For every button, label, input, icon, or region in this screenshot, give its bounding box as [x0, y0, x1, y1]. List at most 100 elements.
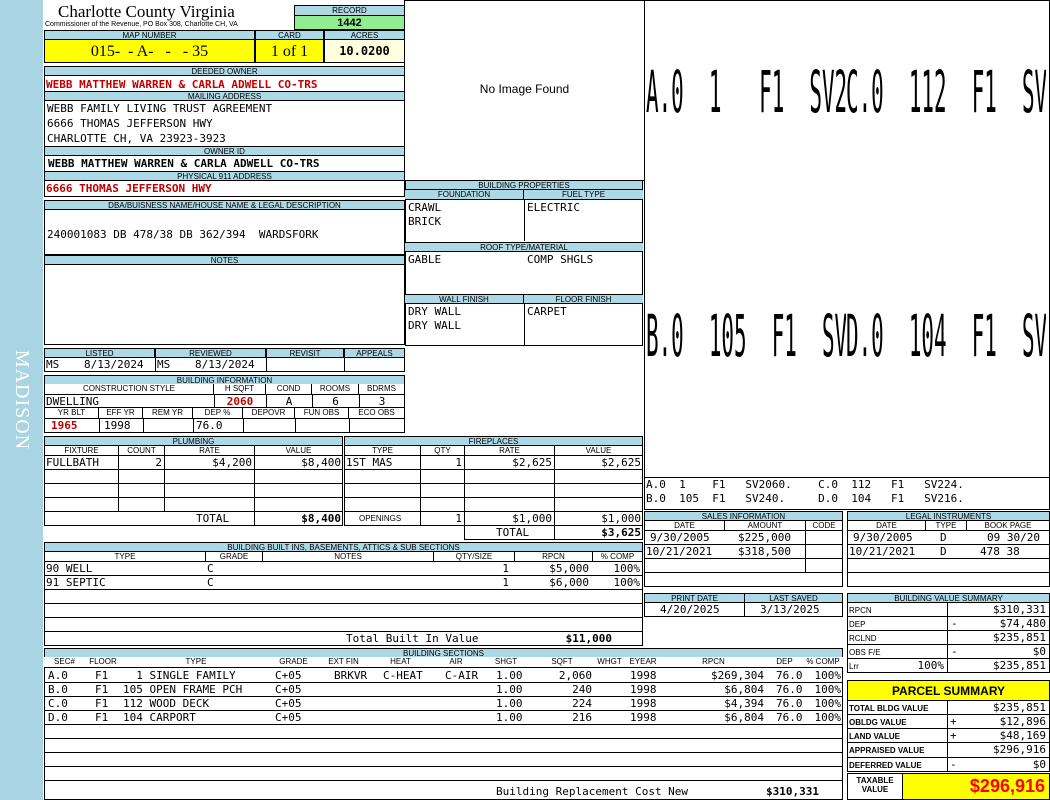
- section-d-sqft: 216: [572, 711, 592, 724]
- section-a-dep: 76.0: [776, 669, 803, 682]
- sections-col-sqft: SQFT: [530, 657, 595, 668]
- reviewed-date: 8/13/2024: [195, 358, 255, 371]
- wall-finish-value-2: DRY WALL: [408, 319, 461, 332]
- section-b-rpcn: $6,804: [724, 683, 764, 696]
- builtin-rpcn-2: $6,000: [549, 576, 589, 589]
- legal-book-1: 09 30/20: [987, 531, 1040, 544]
- fireplace-openings-label: OPENINGS: [359, 514, 402, 523]
- cond-value: A: [285, 395, 293, 408]
- builtin-type-1: 90 WELL: [46, 562, 93, 575]
- roof-material-value: COMP SHGLS: [527, 253, 594, 266]
- sketch-label-a: A.0 1 F1 SV2060.: [646, 28, 846, 158]
- listed-date: 8/13/2024: [84, 358, 144, 371]
- sections-col-whgt: WHGT: [594, 657, 626, 668]
- section-a-ext: BRKVR: [334, 669, 368, 682]
- sections-col-air: AIR: [430, 657, 483, 668]
- section-a-sec: A.0: [48, 669, 68, 682]
- section-b-shgt: 1.00: [496, 683, 523, 696]
- depovr-header: DEPOVR: [243, 408, 295, 418]
- section-a-type: 1 SINGLE FAMILY: [123, 669, 236, 682]
- sketch-label-b: B.0 105 F1 SV240.: [646, 272, 846, 407]
- section-b-comp: 100%: [814, 683, 842, 696]
- roof-header: ROOF TYPE/MATERIAL: [405, 242, 643, 252]
- sketch-label-c-text: C.0 112 F1 SV224.: [846, 58, 1046, 126]
- builtin-type-2: 91 SEPTIC: [46, 576, 106, 589]
- summary-value-dep: $74,480: [999, 617, 1046, 630]
- plumbing-fixture-1: FULLBATH: [46, 456, 99, 469]
- summary-pct-lrr: 100%: [917, 659, 945, 672]
- section-c-rpcn: $4,394: [724, 697, 764, 710]
- parcel-label-appraised: APPRAISED VALUE: [849, 746, 925, 755]
- owner-id-value: WEBB MATTHEW WARREN & CARLA ADWELL CO-TR…: [48, 157, 320, 170]
- section-c-comp: 100%: [814, 697, 842, 710]
- acres-value: 10.0200: [324, 39, 405, 63]
- section-b-sqft: 240: [572, 683, 592, 696]
- sections-total-value: $310,331: [766, 785, 819, 798]
- remyr-header: REM YR: [143, 408, 193, 418]
- section-b-floor: F1: [95, 683, 109, 696]
- legal-type-2: D: [940, 545, 947, 558]
- fireplace-total-value: $3,625: [601, 526, 641, 539]
- parcel-summary-header: PARCEL SUMMARY: [847, 680, 1050, 701]
- rooms-value: 6: [332, 395, 339, 408]
- sketch-legend-1: A.0 1 F1 SV2060. C.0 112 F1 SV224.: [646, 478, 964, 491]
- plumbing-value-1: $8,400: [301, 456, 341, 469]
- builtin-grade-1: C: [207, 562, 214, 575]
- listed-by: MS: [46, 358, 60, 371]
- section-c-dep: 76.0: [776, 697, 803, 710]
- sketch-label-b-text: B.0 105 F1 SV240.: [646, 302, 846, 370]
- construction-style-value: DWELLING: [46, 395, 99, 408]
- legal-date-1: 9/30/2005: [853, 531, 913, 544]
- taxable-label-2: VALUE: [861, 785, 889, 794]
- fireplace-total-label: TOTAL: [496, 526, 530, 539]
- sections-col-rpcn: RPCN: [661, 657, 767, 668]
- builtin-rpcn-1: $5,000: [549, 562, 589, 575]
- summary-value-lrr: $235,851: [993, 659, 1046, 672]
- sections-col-grade: GRADE: [271, 657, 317, 668]
- fireplace-openings-rate: $1,000: [512, 512, 552, 525]
- legal-date-2: 10/21/2021: [849, 545, 916, 558]
- parcel-label-deferred: DEFERRED VALUE: [849, 761, 922, 770]
- section-d-grade: C+05: [275, 711, 302, 724]
- section-c-sqft: 224: [572, 697, 592, 710]
- notes-box: [44, 264, 405, 345]
- section-d-type: 104 CARPORT: [123, 711, 196, 724]
- section-a-eyear: 1998: [630, 669, 657, 682]
- parcel-label-bldg: TOTAL BLDG VALUE: [849, 704, 929, 713]
- summary-value-rpcn: $310,331: [993, 603, 1046, 616]
- builtin-comp-1: 100%: [613, 562, 641, 575]
- bdrms-value: 3: [378, 395, 386, 408]
- sections-col-extfin: EXT FIN: [316, 657, 372, 668]
- plumbing-rate-1: $4,200: [212, 456, 252, 469]
- builtin-qty-2: 1: [502, 576, 509, 589]
- sketch-legend-2: B.0 105 F1 SV240. D.0 104 F1 SV216.: [646, 492, 964, 505]
- section-d-shgt: 1.00: [496, 711, 523, 724]
- sections-col-floor: FLOOR: [85, 657, 122, 668]
- wall-finish-header: WALL FINISH: [405, 294, 524, 304]
- parcel-value-land: $48,169: [999, 729, 1046, 742]
- sections-col-sec: SEC#: [44, 657, 86, 668]
- dep-header: DEP %: [193, 408, 243, 418]
- builtins-total-value: $11,000: [565, 632, 612, 645]
- bdrms-header: BDRMS: [359, 384, 405, 394]
- hsqft-value: 2060: [226, 395, 254, 408]
- fireplace-openings-value: $1,000: [601, 512, 641, 525]
- fireplace-rate-1: $2,625: [512, 456, 552, 469]
- sketch-label-d: D.0 104 F1 SV216.: [846, 272, 1046, 407]
- reviewed-by: MS: [157, 358, 171, 371]
- fuel-type-header: FUEL TYPE: [524, 190, 643, 200]
- section-a-shgt: 1.00: [496, 669, 523, 682]
- funobs-header: FUN OBS: [295, 408, 349, 418]
- sale-date-2: 10/21/2021: [646, 545, 713, 558]
- section-b-sec: B.0: [48, 683, 68, 696]
- fireplace-openings-qty: 1: [455, 512, 462, 525]
- sketch-label-d-text: D.0 104 F1 SV216.: [846, 302, 1046, 370]
- section-b-eyear: 1998: [630, 683, 657, 696]
- card-value: 1 of 1: [255, 39, 324, 63]
- parcel-value-appraised: $296,916: [993, 743, 1046, 756]
- foundation-value-2: BRICK: [408, 215, 442, 228]
- effyr-value: 1998: [104, 419, 131, 432]
- section-c-type: 112 WOOD DECK: [123, 697, 210, 710]
- summary-label-lrr: Lrr: [849, 662, 859, 671]
- builtin-comp-2: 100%: [613, 576, 641, 589]
